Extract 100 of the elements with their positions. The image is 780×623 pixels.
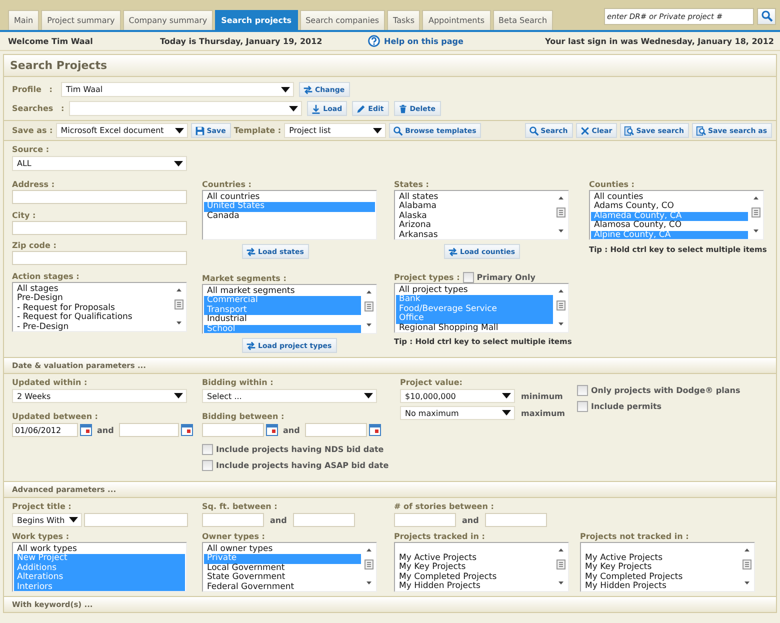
list-option[interactable]: My Hidden Projects [396, 582, 553, 591]
list-option[interactable]: My Completed Projects [396, 572, 553, 582]
list-option[interactable]: State Government [204, 573, 361, 583]
list-option[interactable]: My Key Projects [396, 563, 553, 573]
list-box[interactable]: All owner types Private Local Government State Government Federal Government [202, 542, 377, 592]
text-field[interactable] [12, 190, 187, 204]
list-option[interactable]: All owner types [204, 545, 361, 554]
dropdown[interactable]: No maximum [400, 406, 515, 420]
swap-icon [246, 340, 256, 350]
tab[interactable]: Appointments [422, 10, 491, 30]
list-option[interactable]: All work types [14, 545, 185, 554]
field-label: States : [394, 179, 429, 190]
list-option[interactable]: All project types [396, 286, 553, 296]
list-option[interactable]: Industrial [204, 315, 361, 325]
field-label: Action stages : [12, 271, 80, 282]
list-option[interactable]: All market segments [204, 287, 361, 296]
dropdown[interactable]: Project list [284, 123, 386, 138]
list-box[interactable]: All states Alabama Alaska Arizona Arkansas [394, 190, 569, 240]
checkbox-label: Include permits [591, 402, 662, 411]
list-box[interactable]: All counties Adams County, CO Alameda County, CA Alamosa County, CO Alpine County, CA [589, 190, 764, 240]
field-label: Bidding between : [202, 411, 284, 422]
list-box[interactable]: All countries United States Canada [202, 190, 377, 240]
dropdown[interactable]: $10,000,000 [400, 389, 515, 403]
text-field[interactable] [394, 513, 456, 527]
list-option[interactable]: All stages [14, 285, 171, 294]
list-option[interactable]: My Active Projects [582, 554, 739, 564]
text-field[interactable] [202, 423, 264, 437]
caret-icon [174, 393, 183, 399]
list-option[interactable]: My Completed Projects [582, 572, 739, 582]
list-box[interactable]: All work types New Project Additions Alterations Interiors [12, 542, 187, 592]
dropdown[interactable]: Tim Waal [61, 82, 294, 97]
list-option[interactable]: All counties [591, 193, 748, 202]
dropdown[interactable] [69, 101, 302, 116]
tab[interactable]: Search companies [300, 10, 386, 30]
tab[interactable]: Tasks [387, 10, 420, 30]
text-field[interactable] [12, 251, 187, 265]
list-option[interactable]: All states [396, 193, 553, 202]
list-option[interactable]: Arizona [396, 221, 553, 231]
checkbox[interactable] [202, 444, 213, 455]
list-box[interactable]: All project types Bank Food/Beverage Service Office Regional Shopping Mall [394, 283, 569, 333]
list-box[interactable]: My Active Projects My Key Projects My Completed Projects My Hidden Projects [394, 542, 569, 592]
list-option[interactable]: Alamosa County, CO [591, 221, 748, 231]
checkbox[interactable] [577, 385, 588, 396]
list-option[interactable]: All countries [204, 193, 375, 202]
welcome-text: Welcome Tim Waal [8, 36, 94, 46]
help-icon [368, 35, 380, 47]
text-field[interactable] [12, 221, 187, 235]
checkbox[interactable] [577, 401, 588, 412]
text-field[interactable] [304, 423, 367, 437]
field-label: Countries : [202, 179, 252, 190]
list-box[interactable]: My Active Projects My Key Projects My Completed Projects My Hidden Projects [580, 542, 755, 592]
list-option[interactable]: My Active Projects [396, 554, 553, 564]
list-box[interactable]: All stages Pre-Design - Request for Proposals - Request for Qualifications - Pre-Design [12, 282, 187, 332]
search-button[interactable] [757, 8, 776, 24]
list-option[interactable]: My Hidden Projects [582, 582, 739, 591]
list-option[interactable]: Alabama [396, 202, 553, 212]
search-document-icon [624, 126, 634, 136]
list-box[interactable]: All market segments Commercial Transport Industrial School [202, 284, 377, 334]
list-option[interactable]: My Key Projects [582, 563, 739, 573]
list-option[interactable]: Arkansas [396, 230, 553, 239]
list-option[interactable]: - Request for Proposals [14, 304, 171, 314]
field-label: Sq. ft. between : [202, 501, 278, 512]
list-option[interactable]: Canada [204, 212, 375, 222]
checkbox[interactable] [462, 272, 474, 283]
text-field[interactable] [118, 423, 179, 437]
caret-icon [69, 517, 78, 523]
checkbox-label: Primary Only [476, 273, 536, 282]
checkbox[interactable] [202, 460, 213, 471]
tab[interactable]: Company summary [122, 10, 214, 30]
calendar-icon [180, 424, 193, 436]
text-field[interactable] [84, 513, 188, 527]
dropdown[interactable]: Select ... [202, 389, 377, 403]
text-field[interactable] [292, 513, 355, 527]
tab[interactable]: Search projects [215, 10, 298, 30]
swap-icon [303, 84, 313, 94]
dropdown[interactable]: ALL [12, 156, 187, 171]
dropdown[interactable]: 2 Weeks [12, 389, 187, 403]
dropdown[interactable]: Begins With [12, 513, 82, 527]
field-label: Counties : [589, 179, 634, 190]
checkbox-label: Include projects having ASAP bid date [216, 461, 389, 470]
date-text: Today is Thursday, January 19, 2012 [160, 36, 324, 46]
dropdown[interactable]: Microsoft Excel document [56, 123, 188, 138]
tab[interactable]: Project summary [41, 10, 121, 30]
text-field[interactable] [202, 513, 264, 527]
list-option[interactable]: - Pre-Design [14, 322, 171, 331]
list-option[interactable]: Regional Shopping Mall [396, 324, 553, 332]
date-field[interactable]: 01/06/2012 [12, 423, 78, 437]
list-option[interactable]: Federal Government [204, 582, 361, 591]
list-option[interactable]: Local Government [204, 564, 361, 574]
list-option[interactable]: Pre-Design [14, 294, 171, 304]
tab[interactable]: Beta Search [492, 10, 554, 30]
tab[interactable]: Main [8, 10, 40, 30]
text-field[interactable] [484, 513, 547, 527]
floppy-icon [194, 126, 205, 136]
caret-icon [373, 128, 382, 134]
pencil-icon [356, 104, 366, 114]
list-option[interactable]: Adams County, CO [591, 202, 748, 212]
help-link[interactable]: Help on this page [384, 36, 464, 46]
list-option[interactable]: - Request for Qualifications [14, 313, 171, 323]
list-option[interactable]: Alaska [396, 212, 553, 222]
